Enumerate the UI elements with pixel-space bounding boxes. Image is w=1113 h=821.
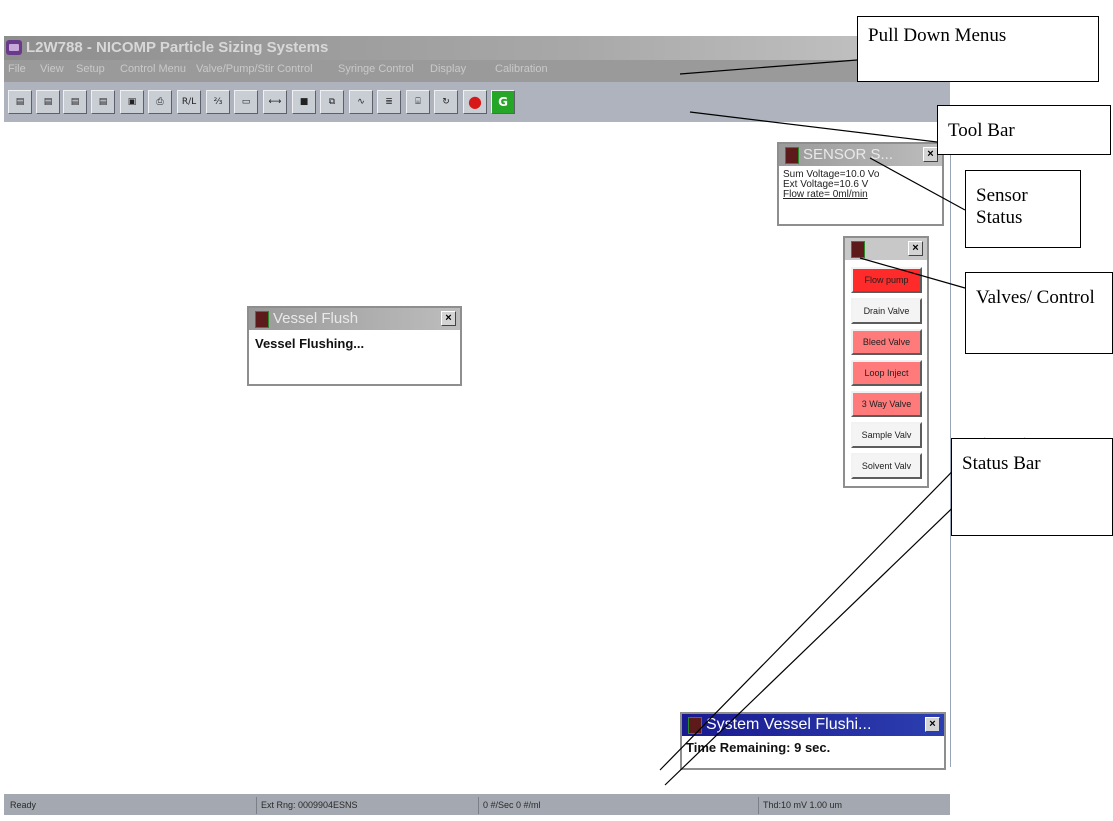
open-folder-icon[interactable]: ▤ xyxy=(8,90,32,114)
sensor-title: SENSOR S... xyxy=(803,146,894,163)
open-folder-icon[interactable]: ▤ xyxy=(91,90,115,114)
app-icon xyxy=(6,40,22,55)
callout-tool-bar: Tool Bar xyxy=(937,105,1111,155)
stop-icon[interactable]: ● xyxy=(463,90,487,114)
status-rate: 0 #/Sec 0 #/ml xyxy=(478,797,758,814)
menu-control[interactable]: Control Menu xyxy=(120,63,186,75)
valve-button[interactable]: Solvent Valv xyxy=(851,453,922,479)
callout-valves-control: Valves/ Control xyxy=(965,272,1113,354)
valves-control-window[interactable]: × Flow pump Drain Valve Bleed Valve Loop In… xyxy=(843,236,929,488)
valves-title-bar[interactable]: × xyxy=(845,238,927,260)
menu-display[interactable]: Display xyxy=(430,63,466,75)
system-title-bar[interactable]: System Vessel Flushi... × xyxy=(682,714,944,736)
sensor-title-bar[interactable]: SENSOR S... × xyxy=(779,144,942,166)
device-icon[interactable]: ⌸ xyxy=(406,90,430,114)
chart-icon[interactable]: ⅔ xyxy=(206,90,230,114)
list-icon[interactable]: ≣ xyxy=(377,90,401,114)
range-icon[interactable]: ⟷ xyxy=(263,90,287,114)
menu-file[interactable]: File xyxy=(8,63,26,75)
system-vessel-flushing-window[interactable]: System Vessel Flushi... × Time Remaining… xyxy=(680,712,946,770)
bar-icon[interactable]: ▭ xyxy=(234,90,258,114)
rl-icon[interactable]: R/L xyxy=(177,90,201,114)
valve-button[interactable]: Flow pump xyxy=(851,267,922,293)
cycle-icon[interactable]: ↻ xyxy=(434,90,458,114)
sensor-window-icon xyxy=(785,147,799,164)
open-folder-icon[interactable]: ▤ xyxy=(36,90,60,114)
sensor-status-window[interactable]: SENSOR S... × Sum Voltage=10.0 Vo Ext Vo… xyxy=(777,142,944,226)
go-icon[interactable]: G xyxy=(491,90,515,114)
windows-icon[interactable]: ⧉ xyxy=(320,90,344,114)
close-icon[interactable]: × xyxy=(441,311,456,326)
system-window-icon xyxy=(688,717,702,734)
close-icon[interactable]: × xyxy=(925,717,940,732)
callout-pull-down-menus: Pull Down Menus xyxy=(857,16,1099,82)
close-icon[interactable]: × xyxy=(908,241,923,256)
valves-window-icon xyxy=(851,241,865,258)
menu-setup[interactable]: Setup xyxy=(76,63,105,75)
menu-valve[interactable]: Valve/Pump/Stir Control xyxy=(196,63,313,75)
vessel-flush-title: Vessel Flush xyxy=(273,310,359,327)
valve-button[interactable]: Drain Valve xyxy=(851,298,922,324)
print-icon[interactable]: ⎙ xyxy=(148,90,172,114)
window-title: L2W788 - NICOMP Particle Sizing Systems xyxy=(26,39,329,56)
system-title: System Vessel Flushi... xyxy=(706,716,872,733)
close-icon[interactable]: × xyxy=(923,147,938,162)
flow-rate: Flow rate= 0ml/min xyxy=(783,189,868,200)
valve-button[interactable]: Bleed Valve xyxy=(851,329,922,355)
vessel-flush-window[interactable]: Vessel Flush × Vessel Flushing... xyxy=(247,306,462,386)
callout-status-bar: Status Bar xyxy=(951,438,1113,536)
callout-sensor-status: Sensor Status xyxy=(965,170,1081,248)
menu-syringe[interactable]: Syringe Control xyxy=(338,63,414,75)
valve-button[interactable]: Sample Valv xyxy=(851,422,922,448)
square-icon[interactable]: ■ xyxy=(292,90,316,114)
valve-button[interactable]: Loop Inject xyxy=(851,360,922,386)
menu-calibration[interactable]: Calibration xyxy=(495,63,548,75)
status-thd: Thd:10 mV 1.00 um xyxy=(758,797,948,814)
open-folder-icon[interactable]: ▤ xyxy=(63,90,87,114)
wave-icon[interactable]: ∿ xyxy=(349,90,373,114)
status-ready: Ready xyxy=(10,800,37,810)
vessel-window-icon xyxy=(255,311,269,328)
vessel-flush-message: Vessel Flushing... xyxy=(255,336,365,351)
valve-button[interactable]: 3 Way Valve xyxy=(851,391,922,417)
menu-view[interactable]: View xyxy=(40,63,64,75)
vessel-flush-title-bar[interactable]: Vessel Flush × xyxy=(249,308,460,330)
time-remaining: Time Remaining: 9 sec. xyxy=(686,740,831,755)
status-ext-rng: Ext Rng: 0009904ESNS xyxy=(256,797,476,814)
save-icon[interactable]: ▣ xyxy=(120,90,144,114)
